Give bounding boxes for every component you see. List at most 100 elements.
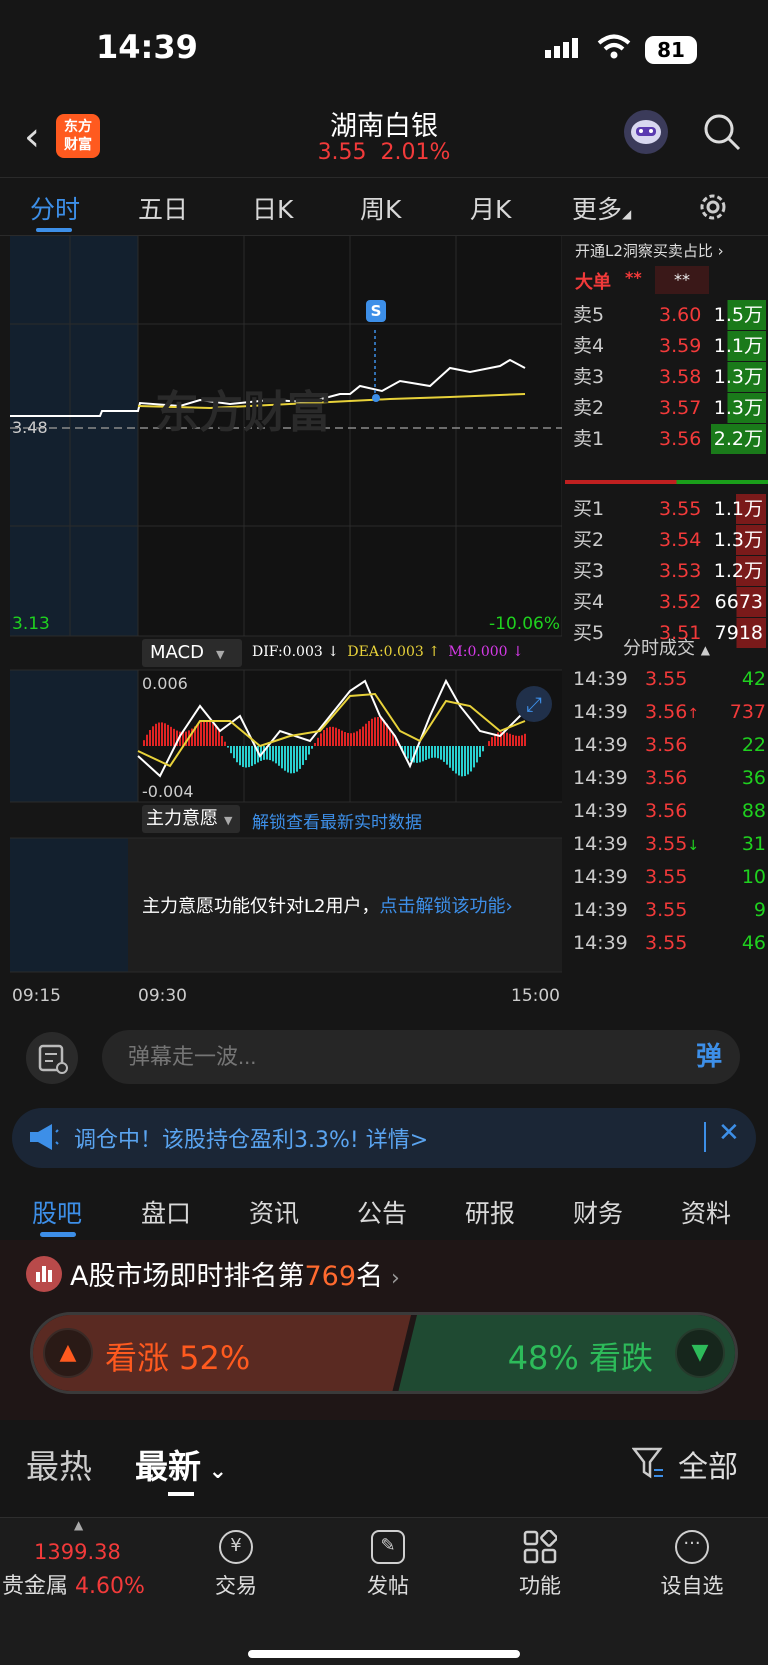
s-marker[interactable]: S: [368, 302, 384, 320]
sort-new[interactable]: 最新 ⌄: [135, 1440, 227, 1488]
macd-bar: [419, 746, 421, 763]
rank-text[interactable]: A股市场即时排名第769名 ›: [70, 1254, 400, 1293]
nav-post[interactable]: ✎ 发帖: [333, 1518, 443, 1600]
settings-gear-icon[interactable]: [696, 190, 730, 228]
macd-bar: [248, 746, 250, 768]
tab-handicap[interactable]: 盘口: [141, 1194, 191, 1230]
unlock-feature-link[interactable]: 点击解锁该功能: [379, 896, 505, 917]
tab-announcements[interactable]: 公告: [357, 1194, 407, 1230]
tab-five-day[interactable]: 五日: [138, 190, 188, 226]
tab-more[interactable]: 更多◢: [572, 190, 631, 226]
level-price: 3.58: [659, 366, 702, 388]
nav-functions[interactable]: 功能: [485, 1518, 595, 1600]
sell-level-row[interactable]: 卖4 3.59 1.1万: [573, 331, 768, 361]
index-info[interactable]: 贵金属 4.60%: [2, 1568, 145, 1600]
search-icon[interactable]: [702, 112, 742, 156]
tab-research[interactable]: 研报: [465, 1194, 515, 1230]
trade-price: 3.56↑: [645, 701, 700, 723]
trade-row: 14:39 3.56↑ 737: [573, 697, 768, 727]
bull-percent: 看涨 52%: [105, 1339, 251, 1377]
watermark: 东方财富: [155, 387, 331, 438]
macd-bar: [368, 721, 370, 746]
tab-forum[interactable]: 股吧: [32, 1194, 82, 1230]
macd-bar: [494, 734, 496, 746]
tab-news[interactable]: 资讯: [249, 1194, 299, 1230]
buy-level-row[interactable]: 买3 3.53 1.2万: [573, 556, 768, 586]
trade-row: 14:39 3.56 88: [573, 796, 768, 826]
sell-level-row[interactable]: 卖3 3.58 1.3万: [573, 362, 768, 392]
chart-area[interactable]: 东方财富 S 3.48 3.13 -10.06% MACD ▼ DIF:0.003…: [10, 236, 562, 1010]
level-label: 买3: [573, 560, 605, 582]
wifi-icon: [597, 34, 631, 64]
close-icon[interactable]: ✕: [718, 1118, 740, 1148]
macd-bar: [167, 724, 169, 746]
sort-hot[interactable]: 最热: [26, 1440, 92, 1488]
macd-bar: [443, 746, 445, 762]
level-price: 3.55: [659, 498, 702, 520]
buy-level-row[interactable]: 买1 3.55 1.1万: [573, 494, 768, 524]
trades-title[interactable]: 分时成交 ▲: [565, 634, 768, 660]
macd-bar: [383, 720, 385, 746]
macd-bar: [242, 746, 244, 767]
macd-bar: [371, 718, 373, 746]
trade-price: 3.55: [645, 932, 688, 954]
status-bar: 14:39 81: [0, 0, 768, 100]
macd-bar: [455, 746, 457, 774]
macd-bar: [146, 734, 148, 746]
filter-icon[interactable]: [631, 1446, 664, 1484]
filter-all[interactable]: 全部: [678, 1442, 738, 1486]
macd-max-label: 0.006: [142, 674, 188, 693]
main-force-unlock-link[interactable]: 解锁查看最新实时数据: [252, 808, 422, 833]
tab-day-k[interactable]: 日K: [252, 190, 293, 226]
trade-price: 3.56: [645, 767, 688, 789]
trade-row: 14:39 3.56 22: [573, 730, 768, 760]
sell-level-row[interactable]: 卖1 3.56 2.2万: [573, 424, 768, 454]
macd-selector[interactable]: MACD ▼: [142, 639, 242, 667]
section-tab-indicator: [40, 1232, 76, 1237]
time-label-open: 09:30: [138, 986, 187, 1006]
macd-bar: [506, 732, 508, 746]
macd-bar: [329, 726, 331, 746]
buy-level-row[interactable]: 买4 3.52 6673: [573, 587, 768, 617]
macd-bar: [326, 727, 328, 746]
megaphone-icon: [28, 1122, 60, 1156]
macd-bar: [272, 746, 274, 762]
tab-week-k[interactable]: 周K: [360, 190, 401, 226]
macd-bar: [512, 734, 514, 746]
level-price: 3.52: [659, 591, 702, 613]
macd-bar: [320, 733, 322, 746]
nav-watchlist[interactable]: ··· 设自选: [637, 1518, 747, 1600]
order-book: 开通L2洞察买卖占比 › 大单 ** ** 卖5 3.60 1.5万 卖4 3.59 1.…: [565, 236, 768, 1010]
expand-icon[interactable]: ⤢: [516, 686, 552, 722]
tab-month-k[interactable]: 月K: [470, 190, 511, 226]
notice-text[interactable]: 调仓中！该股持仓盈利3.3%! 详情>: [74, 1122, 428, 1154]
sell-level-row[interactable]: 卖5 3.60 1.5万: [573, 300, 768, 330]
main-force-message: 主力意愿功能仅针对L2用户，点击解锁该功能›: [142, 896, 513, 917]
macd-bar: [467, 746, 469, 775]
main-force-selector[interactable]: 主力意愿 ▼: [142, 805, 240, 833]
danmu-settings-icon[interactable]: [26, 1032, 78, 1084]
sell-level-row[interactable]: 卖2 3.57 1.3万: [573, 393, 768, 423]
bear-vote-button[interactable]: ▼: [675, 1328, 725, 1378]
bear-percent: 48% 看跌: [507, 1339, 653, 1377]
tab-profile[interactable]: 资料: [681, 1194, 731, 1230]
macd-bar: [482, 746, 484, 752]
danmu-input[interactable]: [102, 1030, 678, 1084]
l2-promo-link[interactable]: 开通L2洞察买卖占比 ›: [575, 240, 724, 261]
macd-bar: [212, 723, 214, 746]
nav-trade[interactable]: ¥ 交易: [181, 1518, 291, 1600]
bull-vote-button[interactable]: ▲: [43, 1328, 93, 1378]
danmu-send-button[interactable]: 弹: [678, 1030, 740, 1084]
macd-bar: [335, 727, 337, 746]
level-volume: 1.1万: [710, 331, 766, 361]
tab-intraday[interactable]: 分时: [30, 190, 80, 226]
macd-bar: [479, 746, 481, 757]
buy-level-row[interactable]: 买2 3.54 1.3万: [573, 525, 768, 555]
index-value[interactable]: 1399.38: [34, 1540, 121, 1564]
tab-finance[interactable]: 财务: [573, 1194, 623, 1230]
position-notice[interactable]: 调仓中！该股持仓盈利3.3%! 详情> ✕: [12, 1108, 756, 1168]
robot-assistant-icon[interactable]: [624, 110, 668, 154]
macd-bar: [359, 729, 361, 746]
macd-bar: [155, 723, 157, 746]
macd-bar: [281, 746, 283, 769]
